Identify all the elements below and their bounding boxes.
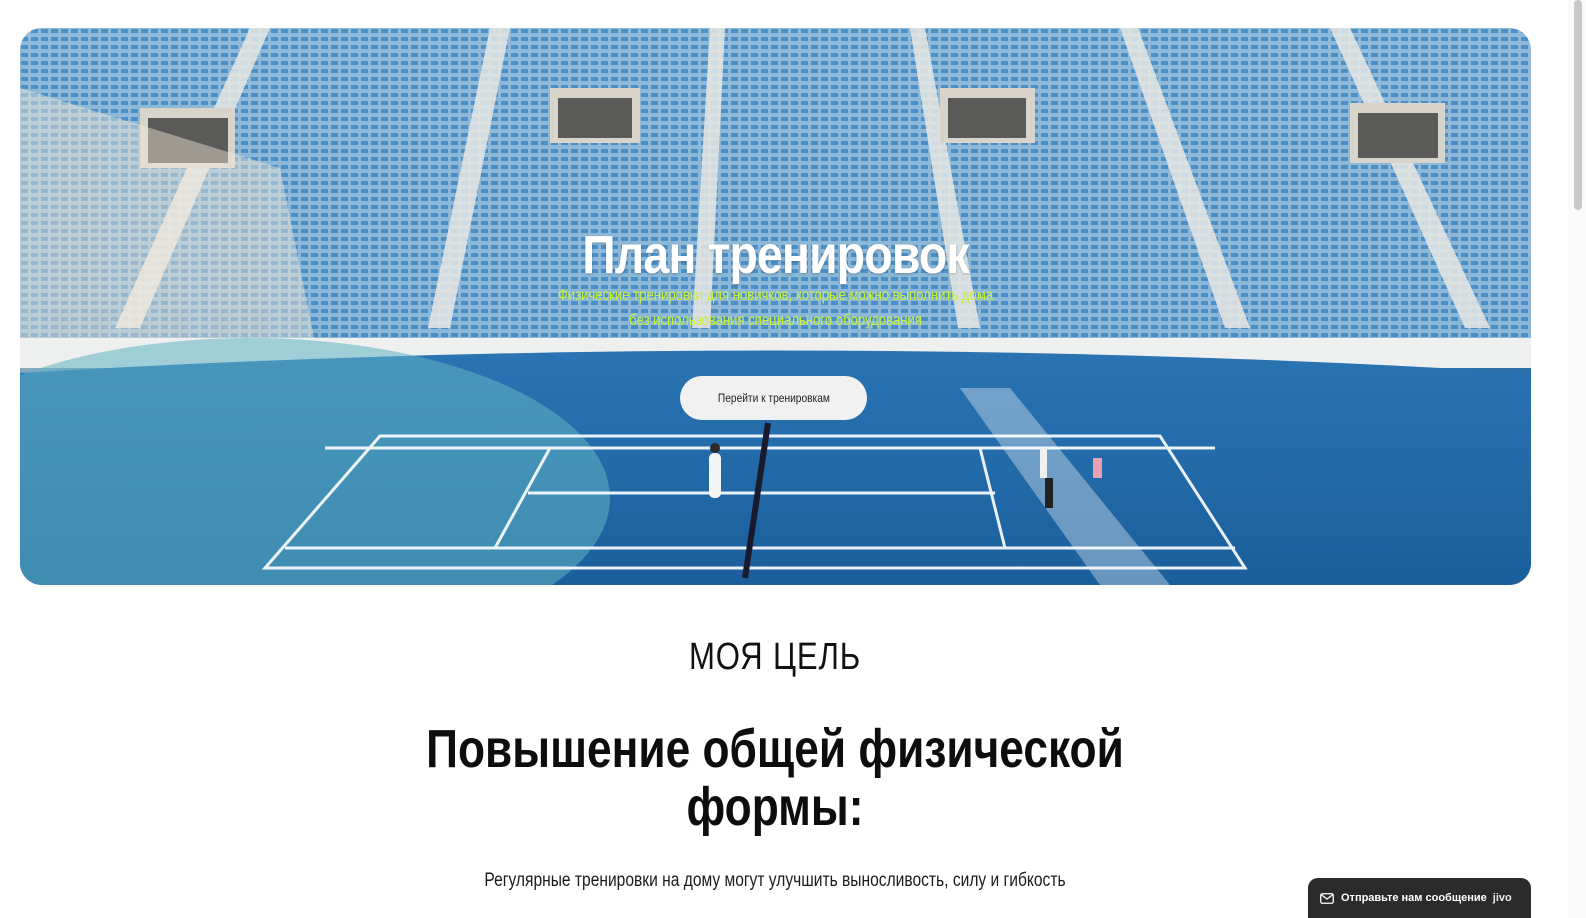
goal-description: Регулярные тренировки на дому могут улуч… <box>484 870 1066 891</box>
goal-title-line-2: формы: <box>686 777 864 837</box>
go-to-workouts-button[interactable]: Перейти к тренировкам <box>680 376 867 420</box>
hero-subtitle-line-1: Физические тренировки для новичков, кото… <box>557 287 994 304</box>
hero-title: План тренировок <box>582 225 969 286</box>
chat-widget-label: Отправьте нам сообщение <box>1341 892 1487 904</box>
scrollbar-thumb[interactable] <box>1574 0 1582 210</box>
goal-title-line-1: Повышение общей физической <box>426 719 1124 779</box>
go-to-workouts-label: Перейти к тренировкам <box>717 391 830 405</box>
page-scrollbar[interactable] <box>1568 0 1586 918</box>
hero-subtitle: Физические тренировки для новичков, кото… <box>156 283 1395 333</box>
goal-title: Повышение общей физической формы: <box>140 720 1411 836</box>
mail-icon <box>1320 892 1334 904</box>
goal-kicker: МОЯ ЦЕЛЬ <box>689 636 861 678</box>
hero-subtitle-line-2: без использования специального оборудова… <box>629 312 922 329</box>
chat-widget-button[interactable]: Отправьте нам сообщение jivo <box>1308 878 1531 918</box>
hero-banner: План тренировок Физические тренировки дл… <box>20 28 1531 585</box>
chat-brand: jivo <box>1492 892 1512 904</box>
